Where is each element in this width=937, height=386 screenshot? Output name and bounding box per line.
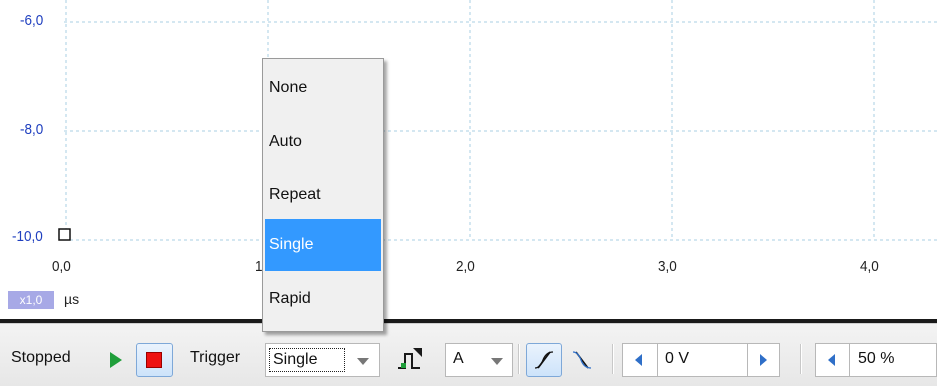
y-tick-label: -10,0: [12, 228, 43, 245]
stop-button[interactable]: [136, 343, 173, 377]
trigger-option-auto[interactable]: Auto: [265, 116, 381, 168]
falling-edge-button[interactable]: [565, 343, 599, 377]
chevron-down-icon: [491, 358, 503, 365]
spinner-divider: [747, 344, 748, 376]
zoom-badge[interactable]: x1,0: [8, 291, 54, 309]
chevron-down-icon: [357, 358, 369, 365]
trigger-edge-button[interactable]: [392, 343, 428, 377]
y-tick-label: -6,0: [20, 12, 44, 29]
edge-trigger-icon: [398, 348, 422, 369]
x-tick-label: 2,0: [456, 258, 475, 275]
rising-edge-icon: [534, 351, 554, 369]
grid-lines: [64, 0, 937, 241]
arrow-right-icon[interactable]: [760, 354, 767, 366]
spinner-divider: [657, 344, 658, 376]
status-label: Stopped: [11, 349, 71, 366]
time-unit-label: µs: [64, 291, 80, 307]
toolbar-separator: [612, 344, 613, 374]
ruler-handle[interactable]: [58, 228, 71, 241]
trigger-option-none[interactable]: None: [265, 62, 381, 114]
stop-icon: [146, 352, 162, 368]
spinner-divider: [849, 344, 850, 376]
trigger-label: Trigger: [190, 349, 241, 366]
trigger-mode-select[interactable]: Single: [265, 343, 380, 377]
play-icon: [110, 352, 122, 368]
falling-edge-icon: [572, 351, 592, 369]
threshold-spinner[interactable]: 0 V: [622, 343, 780, 377]
x-tick-label: 0,0: [52, 258, 71, 275]
pretrigger-spinner[interactable]: 50 %: [815, 343, 937, 377]
arrow-left-icon[interactable]: [635, 354, 642, 366]
trigger-mode-value: Single: [269, 348, 345, 372]
run-button[interactable]: [108, 351, 124, 369]
trigger-option-single[interactable]: Single: [265, 219, 381, 271]
toolbar-separator: [800, 344, 801, 374]
x-tick-label: 4,0: [860, 258, 879, 275]
trigger-option-repeat[interactable]: Repeat: [265, 169, 381, 221]
rising-edge-button[interactable]: [526, 343, 562, 377]
trigger-option-rapid[interactable]: Rapid: [265, 273, 381, 325]
x-tick-label: 3,0: [658, 258, 677, 275]
trigger-source-select[interactable]: A: [445, 343, 513, 377]
toolbar-separator: [518, 344, 519, 374]
trigger-source-value: A: [453, 350, 464, 367]
arrow-left-icon[interactable]: [828, 354, 835, 366]
bottom-toolbar: Stopped Trigger Single A 0 V 50 %: [0, 323, 937, 386]
threshold-value[interactable]: 0 V: [665, 350, 689, 368]
pretrigger-value[interactable]: 50 %: [858, 350, 894, 368]
trigger-mode-dropdown: None Auto Repeat Single Rapid: [262, 58, 384, 332]
y-tick-label: -8,0: [20, 121, 44, 138]
